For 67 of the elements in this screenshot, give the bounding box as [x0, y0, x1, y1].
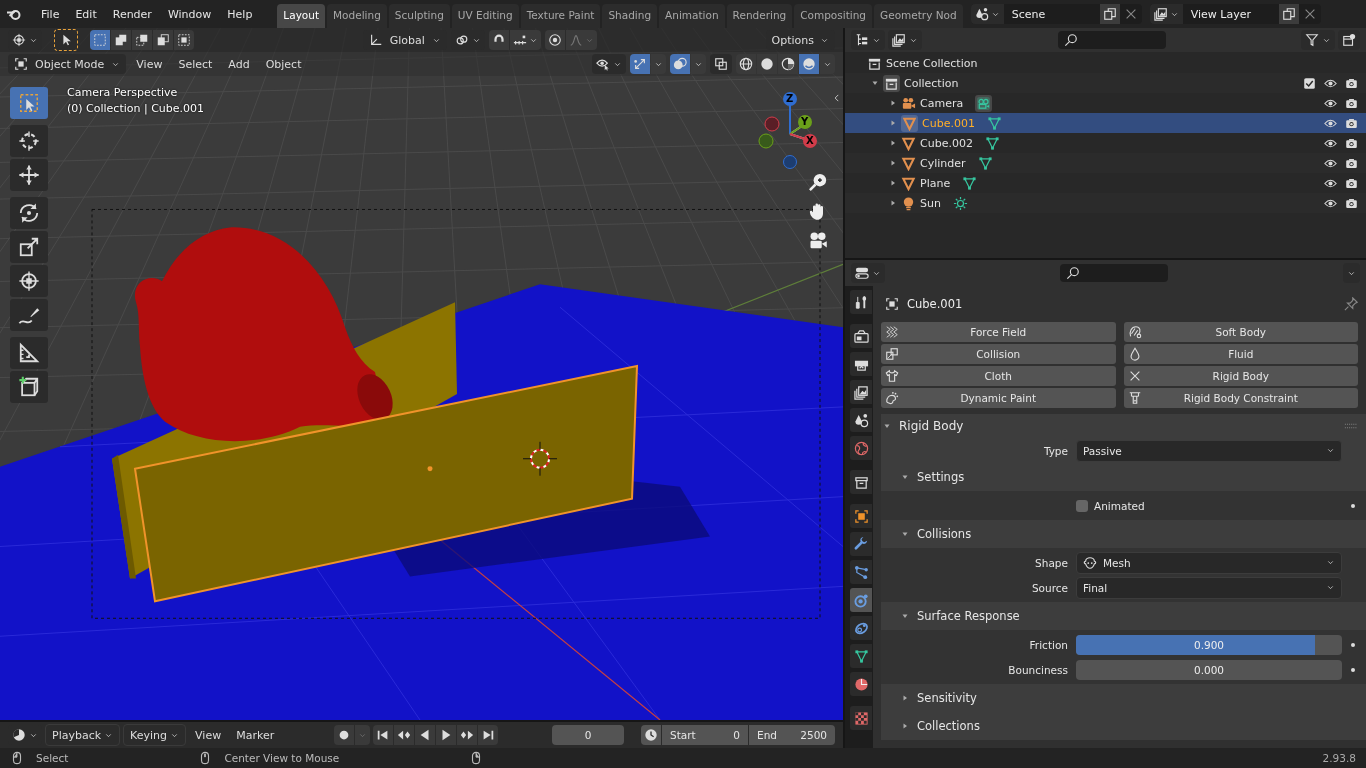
- physics-button[interactable]: Soft Body: [1123, 322, 1358, 342]
- version-label: 2.93.8: [1322, 752, 1356, 764]
- physics-button[interactable]: Collision: [881, 344, 1116, 364]
- viewport-menu[interactable]: View: [130, 54, 169, 74]
- menu-item[interactable]: Help: [220, 4, 260, 24]
- view-name-label: Camera Perspective: [67, 86, 179, 99]
- object-name: Camera: [920, 96, 964, 110]
- dropdown-field[interactable]: Final: [1076, 576, 1342, 599]
- timeline-menu[interactable]: Marker: [230, 725, 281, 745]
- workspace-tab[interactable]: Geometry Nod: [874, 4, 963, 28]
- dropdown-field[interactable]: Mesh: [1076, 551, 1342, 574]
- collection-object-label: (0) Collection | Cube.001: [67, 102, 205, 115]
- workspace-tab[interactable]: Rendering: [726, 4, 793, 28]
- timeline-dropdown[interactable]: Keying: [123, 724, 187, 746]
- workspace-tab[interactable]: Animation: [659, 4, 725, 28]
- viewport-menu[interactable]: Object: [259, 54, 308, 74]
- workspace-tab[interactable]: Modeling: [327, 4, 387, 28]
- dropdown-value: Object Mode: [34, 57, 106, 71]
- physics-button[interactable]: Cloth: [881, 366, 1116, 386]
- physics-button[interactable]: Rigid Body Constraint: [1123, 388, 1358, 408]
- workspace-tab[interactable]: Layout: [277, 4, 326, 28]
- slider-field[interactable]: 0.900: [1076, 634, 1342, 655]
- mode-dropdown[interactable]: Object Mode: [8, 54, 127, 74]
- outliner-row[interactable]: Cube.001: [845, 113, 1366, 133]
- object-name: Cube.002: [920, 136, 973, 150]
- physics-button[interactable]: Fluid: [1123, 344, 1358, 364]
- start-frame-field[interactable]: Start 0: [662, 725, 748, 745]
- field-label: Friction: [1028, 638, 1068, 651]
- end-frame-field[interactable]: End 2500: [749, 725, 835, 745]
- field-label: Bounciness: [1007, 663, 1068, 676]
- menu-item[interactable]: File: [34, 4, 67, 24]
- outliner-item[interactable]: Collection: [904, 76, 959, 90]
- menu-item[interactable]: Render: [105, 4, 159, 24]
- status-hint: Center View to Mouse: [224, 752, 340, 764]
- workspace-tab[interactable]: Texture Paint: [520, 4, 601, 28]
- workspace-tab[interactable]: UV Editing: [451, 4, 519, 28]
- timeline-dropdown[interactable]: Playback: [45, 724, 121, 746]
- status-hint: Select: [36, 752, 69, 764]
- menu-item[interactable]: Window: [160, 4, 219, 24]
- slider-field[interactable]: 0.000: [1076, 659, 1342, 680]
- current-frame-field[interactable]: 0: [552, 725, 624, 745]
- field-label: Type: [1042, 444, 1068, 457]
- physics-button[interactable]: Dynamic Paint: [881, 388, 1116, 408]
- object-name: Cylinder: [920, 156, 966, 170]
- physics-button[interactable]: Force Field: [881, 322, 1116, 342]
- workspace-tab[interactable]: Compositing: [794, 4, 873, 28]
- object-name: Sun: [920, 196, 941, 210]
- viewport-menu[interactable]: Add: [222, 54, 256, 74]
- field-label: Source: [1030, 581, 1068, 594]
- dropdown-value: Global: [388, 33, 426, 47]
- axis-label: X: [806, 135, 814, 147]
- panel-header[interactable]: Rigid Body: [881, 414, 1366, 438]
- menu-item[interactable]: Edit: [68, 4, 104, 24]
- workspace-tab[interactable]: Shading: [602, 4, 658, 28]
- physics-button[interactable]: Rigid Body: [1123, 366, 1358, 386]
- field-label: Shape: [1034, 556, 1068, 569]
- object-name: Plane: [920, 176, 951, 190]
- viewport-menu[interactable]: Select: [172, 54, 219, 74]
- timeline-menu[interactable]: View: [189, 725, 228, 745]
- axis-label: Y: [801, 116, 809, 128]
- outliner-item[interactable]: Scene Collection: [886, 56, 978, 70]
- options-dropdown[interactable]: Options: [765, 30, 835, 50]
- axis-label: Z: [786, 93, 794, 105]
- workspace-tab[interactable]: Sculpting: [388, 4, 450, 28]
- dropdown-field[interactable]: Passive: [1076, 439, 1342, 462]
- object-name: Cube.001: [922, 116, 975, 130]
- object-name: Cube.001: [907, 297, 963, 311]
